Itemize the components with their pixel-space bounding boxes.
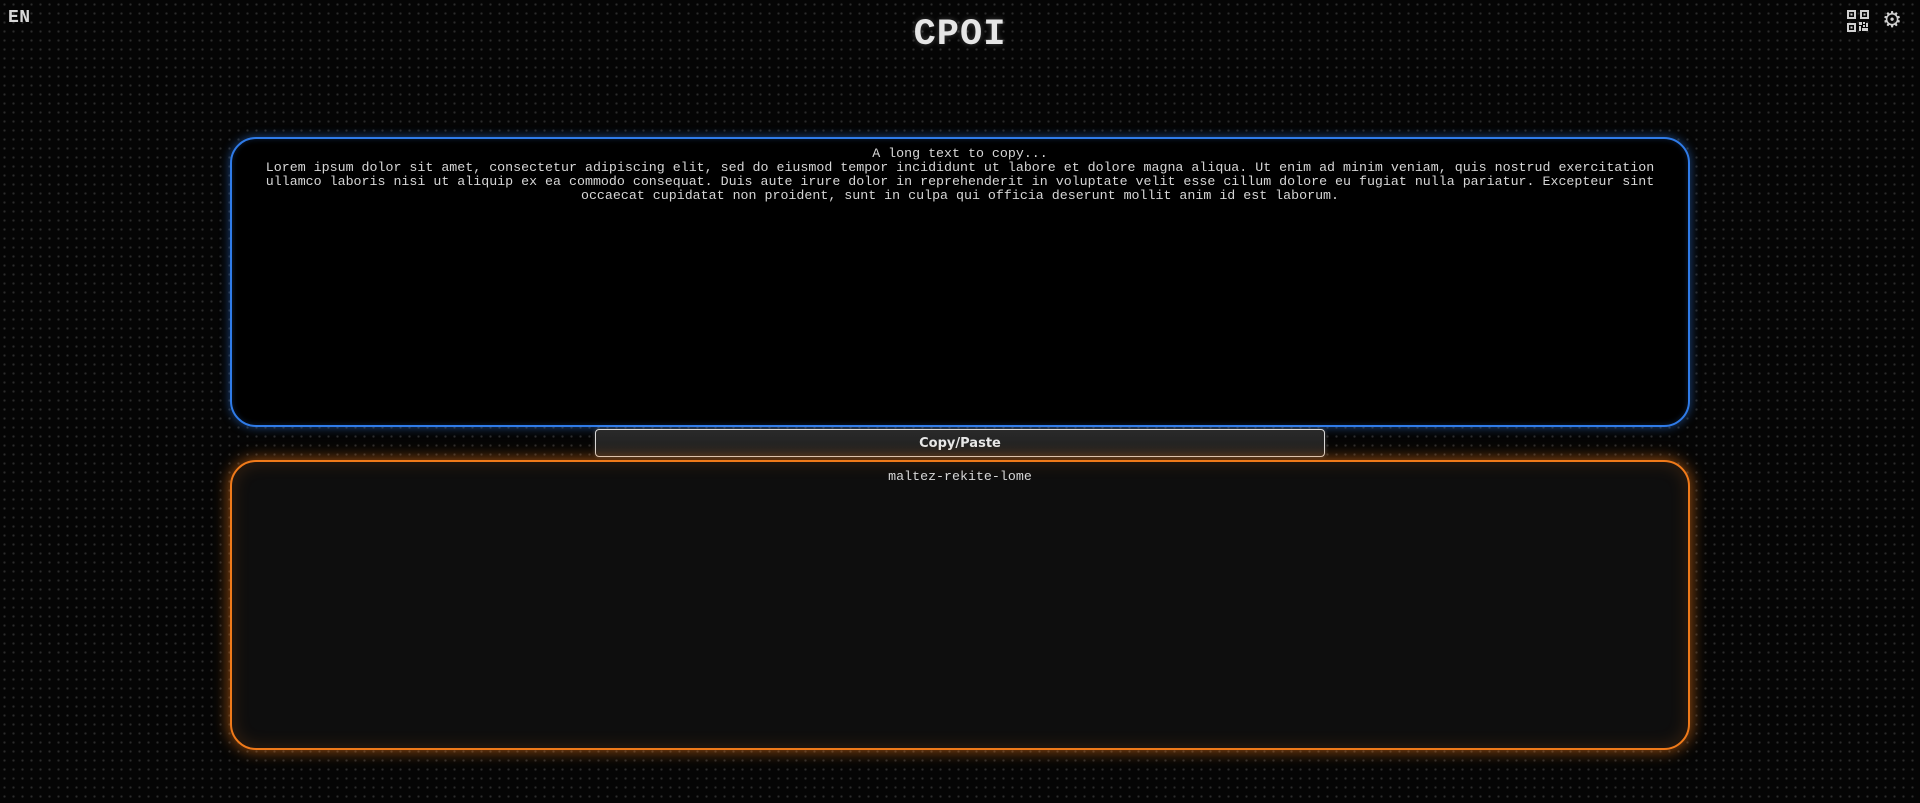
top-right-toolbar: ⚙ [1846, 9, 1902, 33]
input-placeholder: A long text to copy... [872, 146, 1048, 161]
gear-icon[interactable]: ⚙ [1882, 10, 1902, 32]
text-input-area[interactable]: A long text to copy... Lorem ipsum dolor… [230, 137, 1690, 427]
app-title: CPOI [913, 14, 1007, 56]
copy-paste-button[interactable]: Copy/Paste [595, 429, 1325, 457]
input-text: Lorem ipsum dolor sit amet, consectetur … [265, 160, 1655, 203]
share-code: maltez-rekite-lome [888, 469, 1032, 484]
qr-code-icon[interactable] [1846, 9, 1870, 33]
output-area[interactable]: maltez-rekite-lome [230, 460, 1690, 750]
